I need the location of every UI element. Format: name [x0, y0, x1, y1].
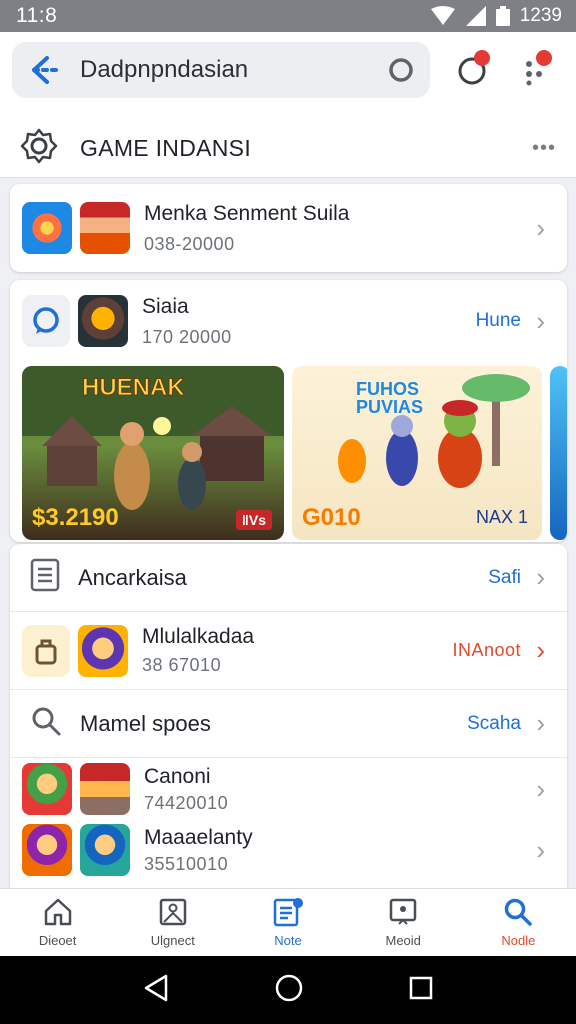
menu-badge [536, 50, 552, 66]
bag-icon [22, 624, 70, 677]
section-subtitle: 170 20000 [142, 326, 232, 347]
chevron-right-icon: › [536, 635, 545, 665]
wifi-icon [430, 6, 456, 26]
nav-label: Meoid [385, 933, 421, 948]
search-icon [505, 898, 533, 926]
list-item-link[interactable]: INAnoot [452, 640, 521, 661]
bottom-nav: Dieoet Ulgnect Note Meoid Nodle [0, 888, 576, 956]
home-icon [44, 898, 71, 926]
list-item-title: Maaaelanty [144, 825, 253, 849]
system-nav-bar [0, 956, 576, 1024]
nav-label: Nodle [501, 933, 536, 948]
featured-card[interactable]: Menka Senment Suila 038-20000 › [10, 184, 567, 272]
chevron-right-icon: › [536, 773, 545, 804]
game-thumbnail [78, 624, 128, 677]
chat-bubble-icon [22, 295, 70, 347]
signal-icon [465, 6, 486, 26]
banner-tag: ǁVs [235, 510, 272, 530]
refresh-icon[interactable] [386, 55, 416, 85]
list-item[interactable]: Canoni 74420010 › [10, 758, 567, 820]
status-icons: 1239 [430, 5, 562, 27]
section-card: Siaia 170 20000 Hune › HUENAK $3.2190 ǁV… [10, 280, 567, 542]
list-item[interactable]: Maaaelanty 35510010 › [10, 820, 567, 880]
back-triangle-icon[interactable] [142, 973, 170, 1008]
game-thumbnail [80, 202, 130, 254]
banner-price: $3.2190 [32, 504, 119, 531]
list-card: Ancarkaisa Safi › Mlulalkadaa 38 67010 I… [10, 544, 567, 888]
section-link[interactable]: Hune [476, 310, 521, 332]
game-thumbnail [80, 824, 130, 876]
search-bar[interactable]: Dadpnpndasian [12, 42, 430, 98]
notification-button[interactable] [452, 50, 492, 90]
document-icon [273, 898, 303, 927]
page-title: GAME INDANSI [80, 134, 252, 161]
list-item-title: Mlulalkadaa [142, 625, 255, 648]
game-thumbnail [80, 763, 130, 815]
list-item-subtitle: 35510010 [144, 853, 229, 874]
search-input[interactable]: Dadpnpndasian [80, 56, 386, 84]
nav-label: Note [274, 933, 302, 948]
list-item[interactable]: Mlulalkadaa 38 67010 INAnoot › [10, 612, 567, 690]
list-item-subtitle: 74420010 [144, 792, 229, 813]
game-thumbnail [22, 763, 72, 815]
chevron-right-icon: › [536, 834, 545, 865]
nav-label: Dieoet [38, 933, 77, 948]
featured-title: Menka Senment Suila [144, 201, 350, 225]
list-item-title: Mamel spoes [80, 710, 211, 736]
game-thumbnail [22, 824, 72, 876]
chevron-right-icon: › [536, 212, 545, 243]
list-item-title: Canoni [144, 764, 211, 788]
game-banner[interactable]: HUENAK $3.2190 ǁVs [22, 366, 284, 540]
chevron-right-icon: › [536, 562, 545, 592]
nav-item-home[interactable]: Dieoet [0, 889, 115, 956]
nav-item-image[interactable]: Ulgnect [115, 889, 230, 956]
status-bar: 11:8 1239 [0, 0, 576, 32]
menu-button[interactable] [514, 50, 554, 90]
battery-text: 1239 [519, 5, 562, 26]
game-thumbnail [78, 295, 128, 347]
screen-icon [389, 898, 417, 925]
list-item-link[interactable]: Safi [488, 567, 521, 589]
list-item-link[interactable]: Scaha [467, 713, 521, 735]
nav-item-media[interactable]: Meoid [346, 889, 461, 956]
banner-tag: NAX 1 [475, 507, 528, 527]
list-item[interactable]: Mamel spoes Scaha › [10, 690, 567, 758]
list-icon [30, 558, 60, 597]
game-banner-partial[interactable] [550, 366, 567, 540]
nav-label: Ulgnect [150, 933, 195, 948]
recents-square-icon[interactable] [408, 975, 434, 1006]
section-title: Siaia [142, 294, 189, 318]
image-icon [159, 898, 187, 926]
list-item-title: Ancarkaisa [78, 564, 187, 590]
section-header[interactable]: Siaia 170 20000 Hune › [10, 280, 567, 362]
more-options-icon[interactable]: ••• [532, 137, 556, 160]
banner-title: HUENAK [82, 374, 186, 402]
back-icon[interactable] [26, 52, 62, 88]
app-header: Dadpnpndasian GAME INDANSI ••• [0, 32, 576, 178]
banner-title: FUHOS PUVIAS [356, 379, 424, 417]
game-banner[interactable]: FUHOS PUVIAS G010 NAX 1 [292, 366, 542, 540]
banner-price: G010 [302, 504, 361, 531]
nav-item-note[interactable]: Note [230, 889, 345, 956]
notification-badge [474, 50, 490, 66]
featured-subtitle: 038-20000 [144, 233, 235, 254]
status-time: 11:8 [16, 4, 58, 27]
list-item[interactable]: Ancarkaisa Safi › [10, 544, 567, 612]
list-item-subtitle: 38 67010 [142, 655, 222, 675]
settings-icon[interactable] [20, 127, 58, 170]
battery-icon [495, 6, 510, 26]
chevron-right-icon: › [536, 305, 545, 336]
home-circle-icon[interactable] [274, 973, 304, 1008]
nav-item-search[interactable]: Nodle [461, 889, 576, 956]
chevron-right-icon: › [536, 708, 545, 738]
title-row: GAME INDANSI ••• [0, 118, 576, 178]
game-thumbnail [22, 202, 72, 254]
search-icon [30, 705, 62, 742]
